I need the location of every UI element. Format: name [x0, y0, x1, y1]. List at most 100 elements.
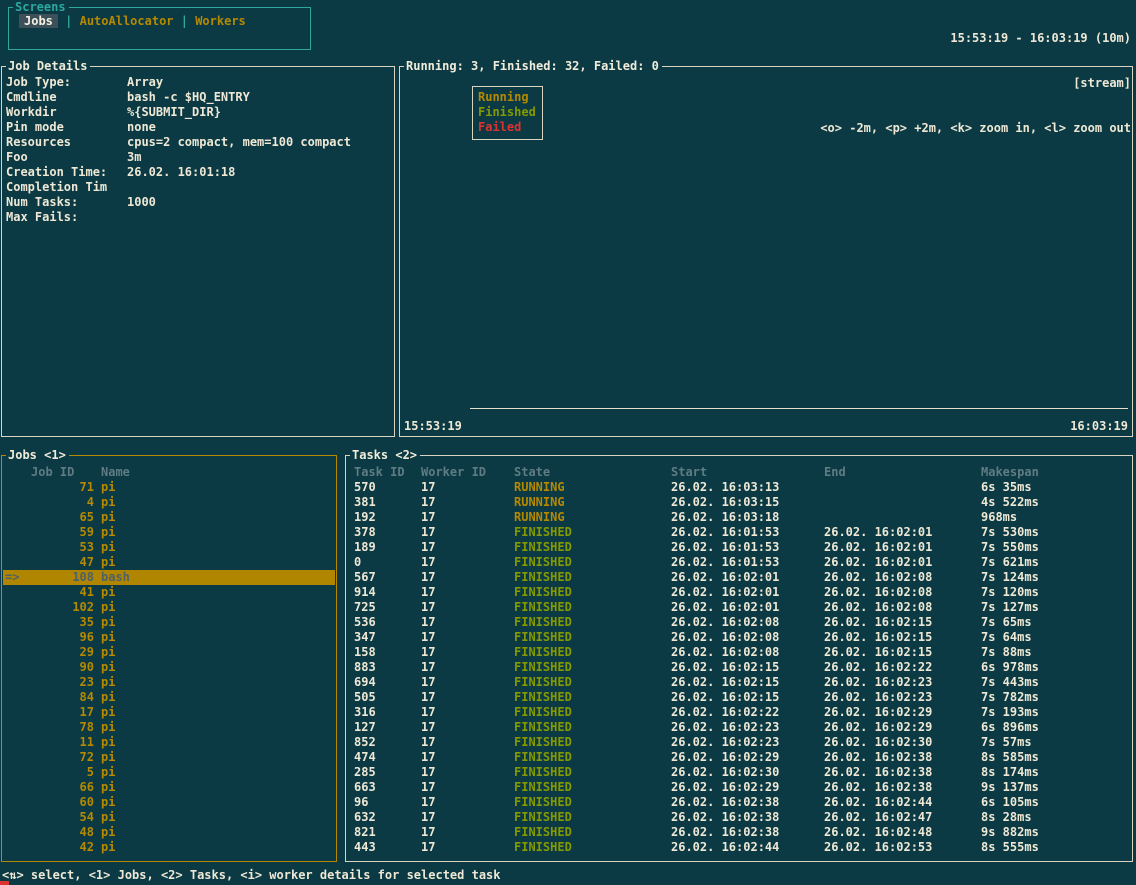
task-worker-id: 17 [421, 780, 514, 795]
task-state: FINISHED [514, 735, 671, 750]
task-row[interactable]: 38117RUNNING26.02. 16:03:154s 522ms [347, 495, 1131, 510]
task-state: FINISHED [514, 615, 671, 630]
task-row[interactable]: 37817FINISHED26.02. 16:01:5326.02. 16:02… [347, 525, 1131, 540]
task-row[interactable]: 91417FINISHED26.02. 16:02:0126.02. 16:02… [347, 585, 1131, 600]
job-row[interactable]: 72pi [3, 750, 335, 765]
job-name: pi [101, 585, 115, 600]
job-row[interactable]: 4pi [3, 495, 335, 510]
task-end: 26.02. 16:02:47 [824, 810, 981, 825]
selected-marker [3, 780, 24, 795]
screens-panel: Screens Jobs | AutoAllocator | Workers [8, 7, 311, 50]
task-row[interactable]: 50517FINISHED26.02. 16:02:1526.02. 16:02… [347, 690, 1131, 705]
task-row[interactable]: 82117FINISHED26.02. 16:02:3826.02. 16:02… [347, 825, 1131, 840]
job-id: 4 [24, 495, 94, 510]
job-row[interactable]: 11pi [3, 735, 335, 750]
task-makespan: 7s 443ms [981, 675, 1131, 690]
task-row[interactable]: 72517FINISHED26.02. 16:02:0126.02. 16:02… [347, 600, 1131, 615]
task-start: 26.02. 16:02:22 [671, 705, 824, 720]
task-row[interactable]: 18917FINISHED26.02. 16:01:5326.02. 16:02… [347, 540, 1131, 555]
task-worker-id: 17 [421, 705, 514, 720]
task-start: 26.02. 16:02:38 [671, 795, 824, 810]
task-row[interactable]: 63217FINISHED26.02. 16:02:3826.02. 16:02… [347, 810, 1131, 825]
task-task-id: 443 [354, 840, 421, 855]
task-task-id: 285 [354, 765, 421, 780]
job-row[interactable]: 42pi [3, 840, 335, 855]
job-row[interactable]: 47pi [3, 555, 335, 570]
task-row[interactable]: 47417FINISHED26.02. 16:02:2926.02. 16:02… [347, 750, 1131, 765]
job-row[interactable]: =>108bash [3, 570, 335, 585]
task-row[interactable]: 15817FINISHED26.02. 16:02:0826.02. 16:02… [347, 645, 1131, 660]
task-row[interactable]: 12717FINISHED26.02. 16:02:2326.02. 16:02… [347, 720, 1131, 735]
task-row[interactable]: 85217FINISHED26.02. 16:02:2326.02. 16:02… [347, 735, 1131, 750]
job-id: 42 [24, 840, 94, 855]
job-row[interactable]: 5pi [3, 765, 335, 780]
task-worker-id: 17 [421, 810, 514, 825]
job-row[interactable]: 23pi [3, 675, 335, 690]
task-row[interactable]: 19217RUNNING26.02. 16:03:18968ms [347, 510, 1131, 525]
job-row[interactable]: 60pi [3, 795, 335, 810]
job-name: pi [101, 480, 115, 495]
job-row[interactable]: 71pi [3, 480, 335, 495]
task-task-id: 914 [354, 585, 421, 600]
job-row[interactable]: 96pi [3, 630, 335, 645]
job-detail-value: 1000 [127, 195, 156, 210]
job-row[interactable]: 65pi [3, 510, 335, 525]
job-detail-label: Pin mode [6, 120, 127, 135]
task-row[interactable]: 66317FINISHED26.02. 16:02:2926.02. 16:02… [347, 780, 1131, 795]
task-end: 26.02. 16:02:53 [824, 840, 981, 855]
tab-autoallocator[interactable]: AutoAllocator [80, 14, 174, 28]
job-detail-label: Job Type: [6, 75, 127, 90]
job-id: 47 [24, 555, 94, 570]
task-worker-id: 17 [421, 825, 514, 840]
tab-jobs[interactable]: Jobs [19, 14, 58, 28]
job-row[interactable]: 66pi [3, 780, 335, 795]
job-row[interactable]: 90pi [3, 660, 335, 675]
job-id: 17 [24, 705, 94, 720]
job-row[interactable]: 84pi [3, 690, 335, 705]
task-start: 26.02. 16:02:23 [671, 735, 824, 750]
job-name: pi [101, 750, 115, 765]
task-row[interactable]: 017FINISHED26.02. 16:01:5326.02. 16:02:0… [347, 555, 1131, 570]
job-name: pi [101, 705, 115, 720]
task-start: 26.02. 16:02:38 [671, 810, 824, 825]
task-state: FINISHED [514, 660, 671, 675]
task-row[interactable]: 34717FINISHED26.02. 16:02:0826.02. 16:02… [347, 630, 1131, 645]
task-row[interactable]: 28517FINISHED26.02. 16:02:3026.02. 16:02… [347, 765, 1131, 780]
job-row[interactable]: 17 pi [3, 705, 335, 720]
task-state: FINISHED [514, 810, 671, 825]
job-row[interactable]: 35pi [3, 615, 335, 630]
task-makespan: 7s 621ms [981, 555, 1131, 570]
job-row[interactable]: 59pi [3, 525, 335, 540]
job-row[interactable]: 53pi [3, 540, 335, 555]
job-row[interactable]: 78pi [3, 720, 335, 735]
task-task-id: 189 [354, 540, 421, 555]
tasks-table-header: Task IDWorker IDStateStartEndMakespan [347, 465, 1131, 480]
task-state: RUNNING [514, 480, 671, 495]
task-row[interactable]: 44317FINISHED26.02. 16:02:4426.02. 16:02… [347, 840, 1131, 855]
task-row[interactable]: 31617FINISHED26.02. 16:02:2226.02. 16:02… [347, 705, 1131, 720]
job-id: 96 [24, 630, 94, 645]
job-row[interactable]: 48pi [3, 825, 335, 840]
task-row[interactable]: 88317FINISHED26.02. 16:02:1526.02. 16:02… [347, 660, 1131, 675]
selected-marker [3, 615, 24, 630]
task-worker-id: 17 [421, 765, 514, 780]
job-row[interactable]: 54pi [3, 810, 335, 825]
job-name: pi [101, 810, 115, 825]
tab-workers[interactable]: Workers [195, 14, 246, 28]
task-row[interactable]: 9617FINISHED26.02. 16:02:3826.02. 16:02:… [347, 795, 1131, 810]
tasks-panel: Tasks <2> Task IDWorker IDStateStartEndM… [345, 455, 1133, 862]
selected-marker [3, 525, 24, 540]
task-row[interactable]: 56717FINISHED26.02. 16:02:0126.02. 16:02… [347, 570, 1131, 585]
task-makespan: 9s 882ms [981, 825, 1131, 840]
task-row[interactable]: 69417FINISHED26.02. 16:02:1526.02. 16:02… [347, 675, 1131, 690]
task-worker-id: 17 [421, 660, 514, 675]
job-row[interactable]: 29pi [3, 645, 335, 660]
task-task-id: 474 [354, 750, 421, 765]
task-row[interactable]: 53617FINISHED26.02. 16:02:0826.02. 16:02… [347, 615, 1131, 630]
job-row[interactable]: 41pi [3, 585, 335, 600]
job-details-rows: Job Type:ArrayCmdlinebash -c $HQ_ENTRYWo… [6, 75, 392, 225]
task-row[interactable]: 57017RUNNING26.02. 16:03:136s 35ms [347, 480, 1131, 495]
task-state: FINISHED [514, 630, 671, 645]
job-row[interactable]: 102pi [3, 600, 335, 615]
job-detail-value: 3m [127, 150, 141, 165]
